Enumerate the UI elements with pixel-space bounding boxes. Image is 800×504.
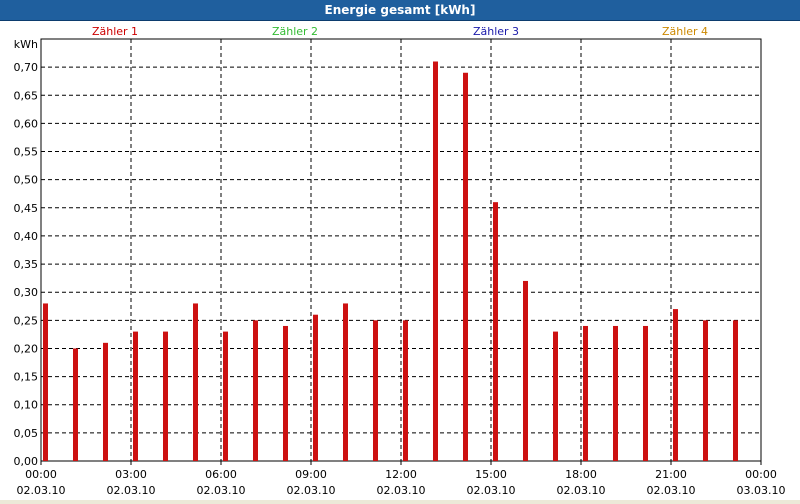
bar <box>673 309 678 461</box>
x-tick-time-label: 03:00 <box>115 468 147 481</box>
bar <box>103 342 108 461</box>
bar <box>253 320 258 461</box>
energy-bar-chart: 0,00 0,05 0,10 0,15 0,20 0,25 0,30 0,35 0,40 0,45… <box>14 25 786 497</box>
chart-title: Energie gesamt [kWh] <box>324 3 476 17</box>
x-tick-date-label: 02.03.10 <box>467 484 516 497</box>
x-tick-time-label: 00:00 <box>25 468 57 481</box>
x-tick-date-label: 02.03.10 <box>287 484 336 497</box>
bar <box>193 303 198 461</box>
y-tick-label: 0,65 <box>14 89 39 102</box>
y-tick-label: 0,05 <box>14 427 39 440</box>
bar <box>133 331 138 461</box>
bar <box>373 320 378 461</box>
bar <box>433 61 438 462</box>
x-tick-time-label: 18:00 <box>565 468 597 481</box>
bar <box>343 303 348 461</box>
bar <box>733 320 738 461</box>
y-tick-label: 0,55 <box>14 146 39 159</box>
y-tick-label: 0,70 <box>14 61 39 74</box>
bar <box>613 325 618 461</box>
x-tick-date-label: 02.03.10 <box>17 484 66 497</box>
bar <box>523 280 528 461</box>
legend-entry: Zähler 3 <box>473 25 519 38</box>
bar <box>493 202 498 461</box>
x-tick-time-label: 00:00 <box>745 468 777 481</box>
y-tick-label: 0,60 <box>14 117 39 130</box>
x-tick-time-label: 15:00 <box>475 468 507 481</box>
bar <box>163 331 168 461</box>
y-tick-label: 0,50 <box>14 174 39 187</box>
bar <box>553 331 558 461</box>
x-tick-time-label: 21:00 <box>655 468 687 481</box>
legend-entry: Zähler 4 <box>662 25 708 38</box>
x-tick-date-label: 02.03.10 <box>197 484 246 497</box>
bar <box>283 325 288 461</box>
y-tick-label: 0,40 <box>14 230 39 243</box>
bar <box>403 320 408 461</box>
bar <box>43 303 48 461</box>
chart-title-bar: Energie gesamt [kWh] <box>0 0 800 21</box>
y-tick-label: 0,25 <box>14 314 39 327</box>
legend-entry: Zähler 2 <box>272 25 318 38</box>
x-tick-date-label: 02.03.10 <box>647 484 696 497</box>
y-tick-label: 0,35 <box>14 258 39 271</box>
legend-entry: Zähler 1 <box>92 25 138 38</box>
chart-area: 0,00 0,05 0,10 0,15 0,20 0,25 0,30 0,35 0,40 0,45… <box>0 21 800 500</box>
bar <box>643 325 648 461</box>
y-tick-label: 0,15 <box>14 371 39 384</box>
x-tick-time-label: 06:00 <box>205 468 237 481</box>
bar <box>703 320 708 461</box>
x-tick-date-label: 02.03.10 <box>107 484 156 497</box>
x-tick-date-label: 02.03.10 <box>377 484 426 497</box>
bar <box>73 348 78 461</box>
bar <box>463 72 468 461</box>
bar <box>223 331 228 461</box>
bar <box>583 325 588 461</box>
x-tick-date-label: 03.03.10 <box>737 484 786 497</box>
y-tick-label: 0,20 <box>14 342 39 355</box>
bar <box>313 314 318 461</box>
y-tick-label: 0,10 <box>14 399 39 412</box>
y-axis-label: kWh <box>14 38 38 51</box>
x-tick-date-label: 02.03.10 <box>557 484 606 497</box>
y-tick-label: 0,45 <box>14 202 39 215</box>
x-tick-time-label: 12:00 <box>385 468 417 481</box>
y-tick-label: 0,00 <box>14 455 39 468</box>
y-tick-label: 0,30 <box>14 286 39 299</box>
x-tick-time-label: 09:00 <box>295 468 327 481</box>
